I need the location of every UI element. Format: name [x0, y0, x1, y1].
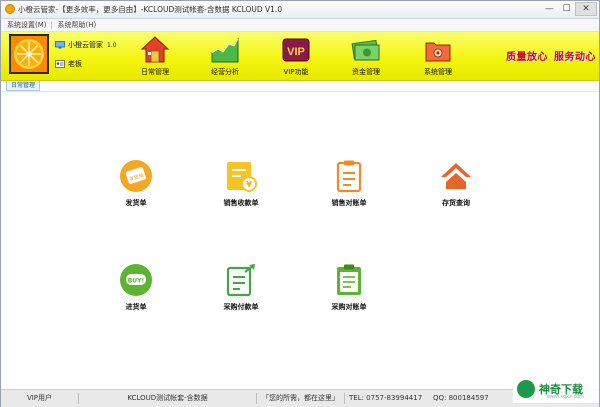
toolbar-analysis-label: 经营分析	[211, 68, 239, 76]
user-card-icon	[55, 60, 65, 68]
func-stock-query[interactable]: 存货查询	[421, 158, 491, 220]
menu-bar: 系统设置(M) 系统帮助(H)	[1, 19, 599, 32]
func-sales-receipt[interactable]: ¥ 销售收款单	[206, 158, 276, 220]
toolbar-funds-management[interactable]: 资金管理	[339, 35, 393, 79]
maximize-button[interactable]: ☐	[558, 2, 575, 16]
slogan-quality: 质量放心	[506, 52, 548, 63]
delivery-tag-icon: 发货单	[120, 160, 152, 192]
toolbar-funds-label: 资金管理	[352, 68, 380, 76]
func-purchase-order[interactable]: BUY! 进货单	[101, 262, 171, 324]
close-button[interactable]: ✕	[575, 2, 597, 16]
status-bar: VIP用户 KCLOUD测试帐套-含数据 「您的所需，都在这里」 TEL: 07…	[1, 389, 599, 407]
vip-icon: VIP	[282, 38, 310, 62]
status-user: VIP用户	[1, 393, 79, 404]
clipboard-green-icon	[337, 264, 361, 295]
func-purchase-payment-label: 采购付款单	[223, 303, 259, 311]
func-sales-statement-label: 销售对账单	[331, 199, 367, 207]
main-toolbar: 小橙云管家 1.0 老板 日常管理 经营分析 VIP VIP功能 资金管理 系统…	[1, 32, 599, 81]
account-panel: 小橙云管家 1.0 老板	[55, 38, 117, 71]
app-orange-icon	[5, 4, 15, 14]
window-title: 小橙云管家-【更多效率，更多自由】-KCLOUD测试帐套-含数据 KCLOUD …	[18, 5, 283, 14]
status-account-set: KCLOUD测试帐套-含数据	[79, 393, 257, 404]
status-tel: TEL: 0757-83994417	[349, 394, 423, 402]
window-controls: — ☐ ✕	[541, 2, 597, 16]
system-folder-icon	[425, 42, 451, 62]
func-sales-statement[interactable]: 销售对账单	[314, 158, 384, 220]
func-delivery-order[interactable]: 发货单 发货单	[101, 158, 171, 220]
account-version: 1.0	[107, 41, 117, 49]
toolbar-vip-functions[interactable]: VIP VIP功能	[269, 35, 323, 79]
status-motto: 「您的所需，都在这里」	[257, 393, 345, 404]
buy-tag-text: BUY!	[128, 278, 145, 285]
computer-icon	[55, 41, 65, 49]
area-chart-icon	[211, 37, 239, 63]
toolbar-system-management[interactable]: 系统管理	[411, 35, 465, 79]
toolbar-vip-label: VIP功能	[283, 68, 309, 76]
svg-text:¥: ¥	[246, 180, 252, 189]
app-window: 小橙云管家-【更多效率，更多自由】-KCLOUD测试帐套-含数据 KCLOUD …	[0, 0, 600, 407]
purchase-payment-icon	[226, 264, 255, 297]
menu-system-help[interactable]: 系统帮助(H)	[58, 20, 97, 30]
title-bar[interactable]: 小橙云管家-【更多效率，更多自由】-KCLOUD测试帐套-含数据 KCLOUD …	[1, 1, 599, 19]
sales-receipt-icon: ¥	[227, 162, 257, 192]
func-purchase-order-label: 进货单	[125, 303, 147, 311]
func-stock-query-label: 存货查询	[442, 199, 470, 207]
func-purchase-payment[interactable]: 采购付款单	[206, 262, 276, 324]
house-icon	[140, 36, 170, 63]
menu-system-settings[interactable]: 系统设置(M)	[7, 20, 47, 30]
toolbar-system-label: 系统管理	[424, 68, 452, 76]
tab-daily-management[interactable]: 日常管理	[6, 81, 41, 91]
toolbar-daily-label: 日常管理	[141, 68, 169, 76]
status-qq: QQ: 800184597	[433, 394, 489, 402]
func-delivery-label: 发货单	[125, 199, 147, 207]
buy-tag-icon: BUY!	[120, 264, 152, 296]
workspace: 发货单 发货单 ¥ 销售收款单 销售对账单 存货查询 BUY! 进货单 采购付款…	[1, 92, 599, 388]
vip-badge-text: VIP	[287, 46, 305, 58]
stock-house-icon	[441, 163, 471, 189]
tab-strip: 日常管理	[1, 81, 599, 92]
menu-separator	[50, 21, 52, 29]
func-purchase-statement-label: 采购对账单	[331, 303, 367, 311]
slogan-service: 服务动心	[554, 52, 596, 63]
watermark: 神奇下载 www.sqxz.com	[513, 375, 599, 403]
minimize-button[interactable]: —	[541, 2, 558, 16]
func-purchase-statement[interactable]: 采购对账单	[314, 262, 384, 324]
account-role: 老板	[68, 60, 82, 68]
toolbar-business-analysis[interactable]: 经营分析	[198, 35, 252, 79]
func-sales-receipt-label: 销售收款单	[223, 199, 259, 207]
watermark-site: www.sqxz.com	[547, 394, 585, 400]
money-icon	[351, 39, 380, 61]
watermark-logo-icon	[517, 380, 535, 398]
toolbar-daily-management[interactable]: 日常管理	[128, 35, 182, 79]
account-name: 小橙云管家	[68, 41, 103, 49]
orange-logo-icon	[9, 34, 49, 74]
clipboard-orange-icon	[336, 160, 362, 193]
